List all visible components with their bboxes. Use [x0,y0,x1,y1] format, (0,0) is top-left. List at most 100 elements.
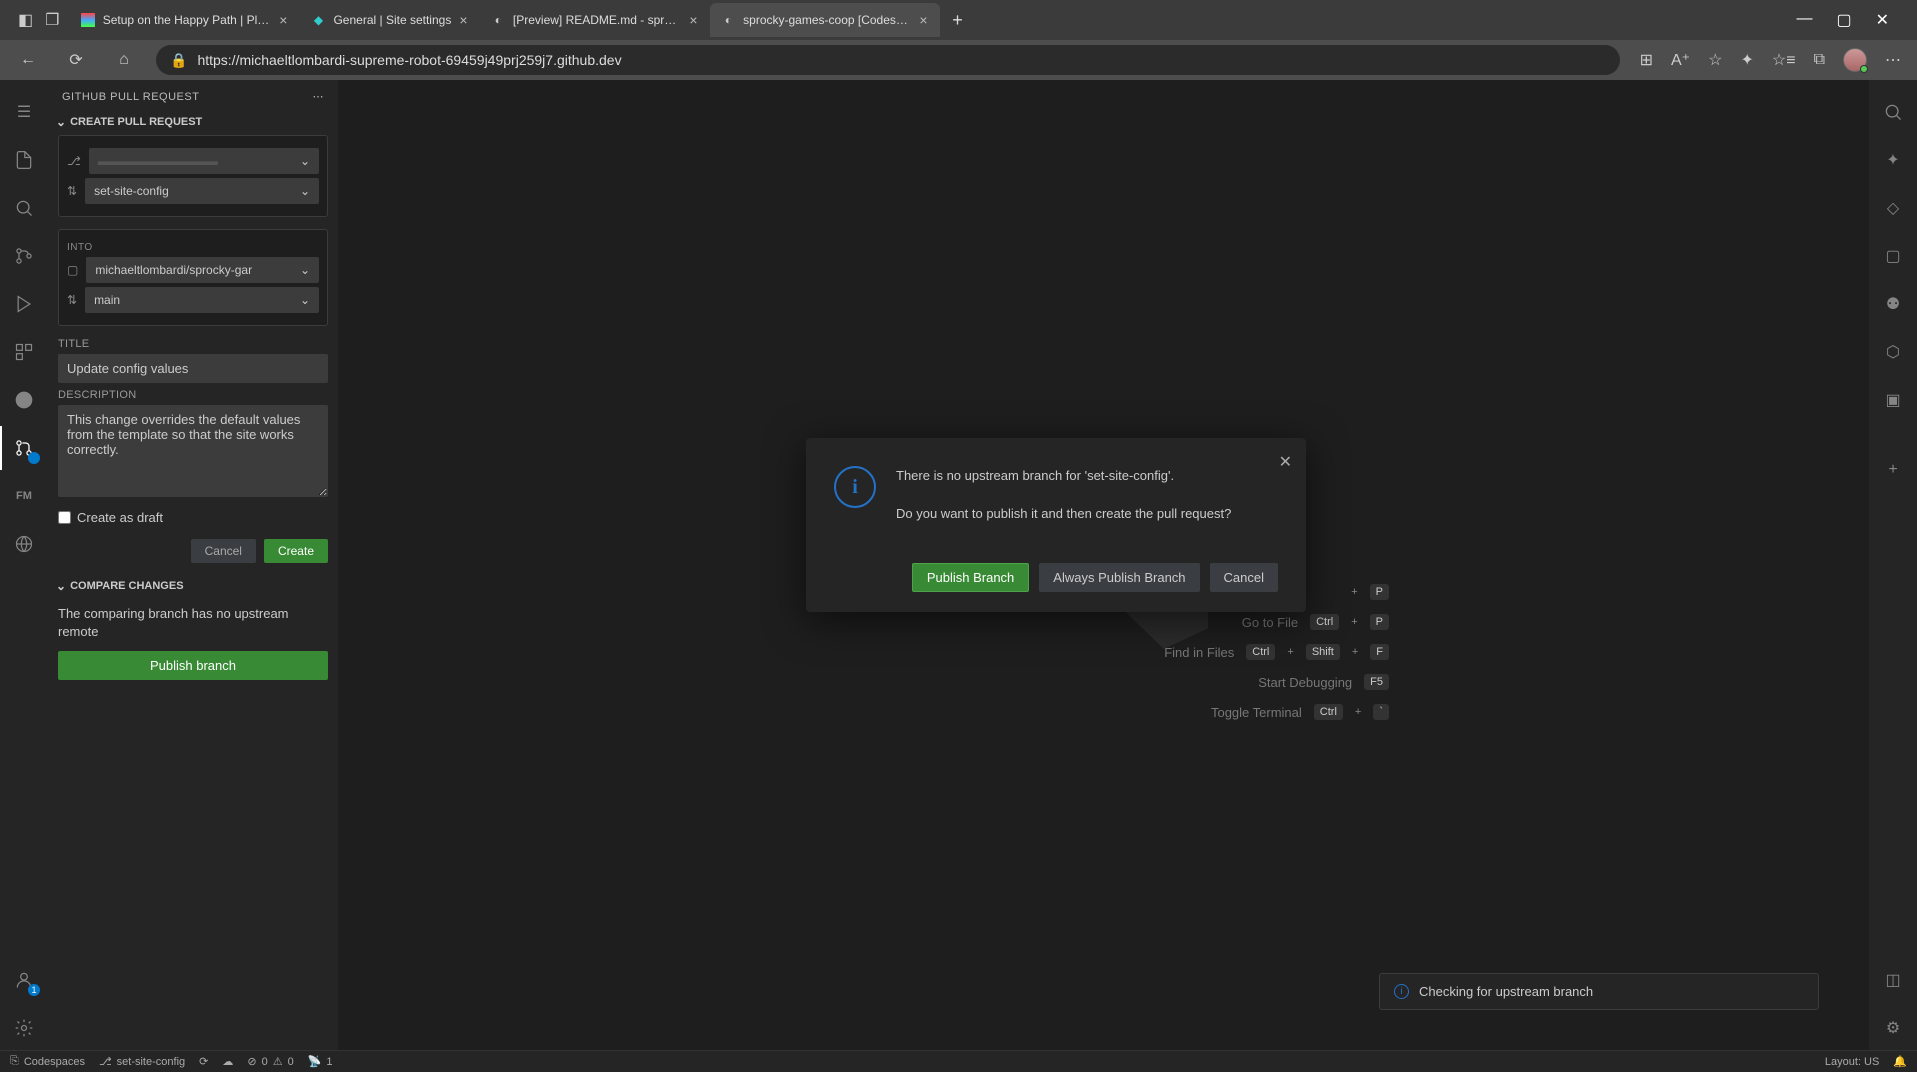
repo-icon: ⎇ [67,154,81,168]
close-icon[interactable]: × [919,12,927,28]
into-repo-select[interactable]: michaeltlombardi/sprocky-gar⌄ [86,257,319,283]
draft-label: Create as draft [77,510,163,525]
more-actions-icon[interactable]: ⋯ [313,90,325,103]
ports-status[interactable]: 📡1 [308,1055,333,1068]
publish-branch-button[interactable]: Publish Branch [912,563,1029,592]
close-icon[interactable]: × [689,12,697,28]
chevron-down-icon: ⌄ [300,184,310,198]
github-icon[interactable] [0,378,48,422]
cancel-button[interactable]: Cancel [191,539,256,563]
source-control-icon[interactable] [0,234,48,278]
close-icon[interactable]: × [459,12,467,28]
warning-icon: ⚠ [273,1055,283,1068]
account-icon[interactable]: 1 [0,958,48,1002]
notification-toast[interactable]: i Checking for upstream branch [1379,973,1819,1010]
branch-status[interactable]: ⎇ set-site-config [99,1055,185,1068]
more-icon[interactable]: ⋯ [1885,50,1901,70]
url-bar: ← ⟳ ⌂ 🔒 https://michaeltlombardi-supreme… [0,40,1917,80]
codespaces-status[interactable]: ⎘ Codespaces [10,1055,85,1068]
workspace-icon[interactable]: ◧ [18,10,33,30]
publish-branch-button[interactable]: Publish branch [58,651,328,680]
address-bar[interactable]: 🔒 https://michaeltlombardi-supreme-robot… [156,45,1620,75]
settings-icon[interactable]: ⚙ [1869,1006,1917,1050]
cancel-button[interactable]: Cancel [1210,563,1278,592]
office-icon[interactable]: ▣ [1869,378,1917,422]
shortcut-row: Start Debugging F5 [1164,674,1389,690]
into-branch-select[interactable]: main⌄ [85,287,319,313]
from-repo-select[interactable]: ▬▬▬▬▬▬▬▬▬▬⌄ [89,148,319,174]
explorer-icon[interactable] [0,138,48,182]
new-tab-button[interactable]: + [944,6,972,34]
maximize-icon[interactable]: ▢ [1836,10,1851,30]
minimize-icon[interactable]: — [1796,10,1812,30]
tag-icon[interactable]: ◇ [1869,186,1917,230]
sparkle-icon[interactable]: ✦ [1869,138,1917,182]
section-compare[interactable]: ⌄ COMPARE CHANGES [48,573,338,599]
people-icon[interactable]: ⚉ [1869,282,1917,326]
browser-tab-0[interactable]: Setup on the Happy Path | Platen × [69,3,299,37]
refresh-button[interactable]: ⟳ [60,44,92,76]
settings-gear-icon[interactable] [0,1006,48,1050]
profile-avatar[interactable] [1843,48,1867,72]
close-icon[interactable]: ✕ [1279,452,1292,472]
favorites-icon[interactable]: ☆≡ [1772,50,1796,70]
pr-title-input[interactable] [58,354,328,383]
compare-icon: ⇅ [67,293,77,307]
close-icon[interactable]: × [279,12,287,28]
create-button[interactable]: Create [264,539,328,563]
sync-status[interactable]: ⟳ [199,1055,208,1068]
notifications-icon[interactable]: 🔔 [1893,1055,1907,1068]
shortcut-row: Toggle Terminal Ctrl + ` [1164,704,1389,720]
back-button[interactable]: ← [12,44,44,76]
toolbox-icon[interactable]: ▢ [1869,234,1917,278]
add-icon[interactable]: + [1869,448,1917,492]
activity-bar: ☰ FM 1 [0,80,48,1050]
pr-badge [28,452,40,464]
account-badge: 1 [28,984,40,996]
pr-description-input[interactable] [58,405,328,497]
always-publish-button[interactable]: Always Publish Branch [1039,563,1199,592]
branch-icon: ⎇ [99,1055,112,1068]
chevron-down-icon: ⌄ [56,579,66,593]
toast-message: Checking for upstream branch [1419,984,1593,999]
extensions-icon[interactable] [0,330,48,374]
section-create-pr[interactable]: ⌄ CREATE PULL REQUEST [48,109,338,135]
tab-actions-icon[interactable]: ❐ [45,10,59,30]
dialog-message-1: There is no upstream branch for 'set-sit… [896,466,1231,486]
app-icon[interactable]: ⊞ [1640,50,1653,70]
status-bar: ⎘ Codespaces ⎇ set-site-config ⟳ ☁ ⊘0 ⚠0… [0,1050,1917,1072]
browser-tab-3[interactable]: ◐ sprocky-games-coop [Codespac × [710,3,940,37]
right-activity-bar: ✦ ◇ ▢ ⚉ ⬡ ▣ + ◫ ⚙ [1869,80,1917,1050]
front-matter-icon[interactable]: FM [0,474,48,518]
browser-chrome: ◧ ❐ Setup on the Happy Path | Platen × ◆… [0,0,1917,80]
run-debug-icon[interactable] [0,282,48,326]
layout-status[interactable]: Layout: US [1825,1056,1879,1068]
editor-area: + P Go to File Ctrl + P Find in Files Ct… [338,80,1869,1050]
site-icon [81,13,94,27]
tab-title: sprocky-games-coop [Codespac [743,13,911,27]
from-branch-select[interactable]: set-site-config⌄ [85,178,319,204]
browser-tab-1[interactable]: ◆ General | Site settings × [299,3,479,37]
favorite-star-icon[interactable]: ☆ [1708,50,1722,70]
problems-status[interactable]: ⊘0 ⚠0 [247,1055,293,1068]
chevron-down-icon: ⌄ [300,154,310,168]
collections-icon[interactable]: ⧉ [1814,51,1825,69]
tab-title: [Preview] README.md - sprocky [513,13,681,27]
read-aloud-icon[interactable]: A⁺ [1671,50,1690,70]
layout-icon[interactable]: ◫ [1869,958,1917,1002]
browser-tab-2[interactable]: ◐ [Preview] README.md - sprocky × [480,3,710,37]
home-button[interactable]: ⌂ [108,44,140,76]
tab-title: General | Site settings [333,13,451,27]
extensions-icon[interactable]: ✦ [1740,50,1753,70]
publish-branch-dialog: ✕ i There is no upstream branch for 'set… [806,438,1306,612]
remote-explorer-icon[interactable] [0,522,48,566]
search-icon[interactable] [1869,90,1917,134]
close-window-icon[interactable]: ✕ [1876,10,1889,30]
pull-request-icon[interactable] [0,426,48,470]
draft-checkbox[interactable] [58,511,71,524]
cube-icon[interactable]: ⬡ [1869,330,1917,374]
cloud-status[interactable]: ☁ [222,1055,233,1068]
menu-icon[interactable]: ☰ [0,90,48,134]
into-label: INTO [67,242,319,253]
search-icon[interactable] [0,186,48,230]
